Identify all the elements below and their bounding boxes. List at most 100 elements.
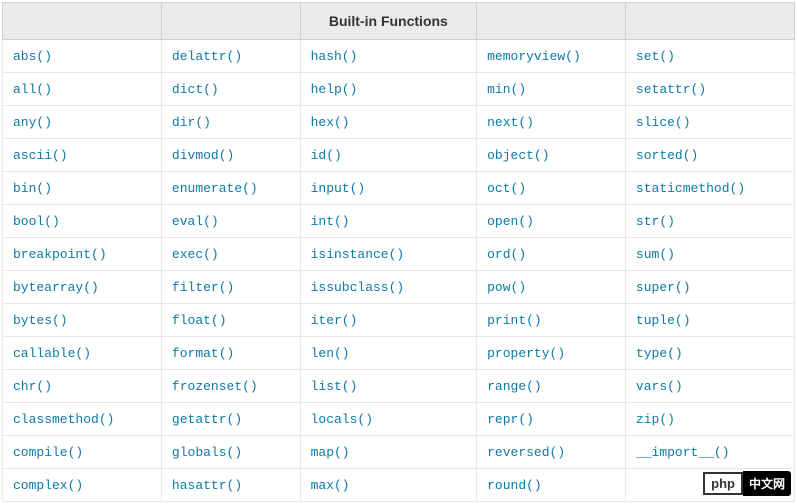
function-link[interactable]: classmethod() (13, 412, 114, 427)
table-cell: frozenset() (161, 370, 300, 403)
function-link[interactable]: ascii() (13, 148, 68, 163)
function-link[interactable]: set() (636, 49, 675, 64)
function-link[interactable]: round() (487, 478, 542, 493)
table-cell: set() (625, 40, 794, 73)
function-link[interactable]: range() (487, 379, 542, 394)
function-link[interactable]: dict() (172, 82, 219, 97)
function-link[interactable]: help() (311, 82, 358, 97)
function-link[interactable]: all() (13, 82, 52, 97)
function-link[interactable]: frozenset() (172, 379, 258, 394)
function-link[interactable]: chr() (13, 379, 52, 394)
function-link[interactable]: hash() (311, 49, 358, 64)
function-link[interactable]: max() (311, 478, 350, 493)
function-link[interactable]: repr() (487, 412, 534, 427)
function-link[interactable]: exec() (172, 247, 219, 262)
table-cell: exec() (161, 238, 300, 271)
function-link[interactable]: abs() (13, 49, 52, 64)
table-cell: str() (625, 205, 794, 238)
function-link[interactable]: locals() (311, 412, 373, 427)
function-link[interactable]: zip() (636, 412, 675, 427)
function-link[interactable]: super() (636, 280, 691, 295)
table-cell: ord() (477, 238, 626, 271)
function-link[interactable]: eval() (172, 214, 219, 229)
function-link[interactable]: globals() (172, 445, 242, 460)
table-row: bin() enumerate() input() oct() staticmethod… (3, 172, 795, 205)
function-link[interactable]: property() (487, 346, 565, 361)
function-link[interactable]: object() (487, 148, 549, 163)
function-link[interactable]: min() (487, 82, 526, 97)
table-cell: sorted() (625, 139, 794, 172)
function-link[interactable]: pow() (487, 280, 526, 295)
function-link[interactable]: hasattr() (172, 478, 242, 493)
table-row: classmethod() getattr() locals() repr() zip(… (3, 403, 795, 436)
function-link[interactable]: complex() (13, 478, 83, 493)
function-link[interactable]: delattr() (172, 49, 242, 64)
watermark-left: php (703, 472, 743, 495)
header-col-5 (625, 3, 794, 40)
function-link[interactable]: int() (311, 214, 350, 229)
header-col-1 (3, 3, 162, 40)
table-row: complex() hasattr() max() round() (3, 469, 795, 502)
table-cell: hasattr() (161, 469, 300, 502)
function-link[interactable]: callable() (13, 346, 91, 361)
function-link[interactable]: memoryview() (487, 49, 581, 64)
function-link[interactable]: str() (636, 214, 675, 229)
function-link[interactable]: issubclass() (311, 280, 405, 295)
table-cell: int() (300, 205, 477, 238)
function-link[interactable]: setattr() (636, 82, 706, 97)
function-link[interactable]: reversed() (487, 445, 565, 460)
function-link[interactable]: compile() (13, 445, 83, 460)
table-cell: setattr() (625, 73, 794, 106)
function-link[interactable]: __import__() (636, 445, 730, 460)
function-link[interactable]: filter() (172, 280, 234, 295)
function-link[interactable]: slice() (636, 115, 691, 130)
function-link[interactable]: input() (311, 181, 366, 196)
function-link[interactable]: type() (636, 346, 683, 361)
function-link[interactable]: len() (311, 346, 350, 361)
function-link[interactable]: bool() (13, 214, 60, 229)
function-link[interactable]: ord() (487, 247, 526, 262)
function-link[interactable]: next() (487, 115, 534, 130)
function-link[interactable]: list() (311, 379, 358, 394)
function-link[interactable]: vars() (636, 379, 683, 394)
table-row: chr() frozenset() list() range() vars() (3, 370, 795, 403)
table-cell: compile() (3, 436, 162, 469)
function-link[interactable]: sorted() (636, 148, 698, 163)
function-link[interactable]: bytearray() (13, 280, 99, 295)
function-link[interactable]: tuple() (636, 313, 691, 328)
function-link[interactable]: print() (487, 313, 542, 328)
function-link[interactable]: divmod() (172, 148, 234, 163)
function-link[interactable]: iter() (311, 313, 358, 328)
function-link[interactable]: id() (311, 148, 342, 163)
function-link[interactable]: sum() (636, 247, 675, 262)
table-cell: locals() (300, 403, 477, 436)
table-row: bytes() float() iter() print() tuple() (3, 304, 795, 337)
function-link[interactable]: bin() (13, 181, 52, 196)
function-link[interactable]: hex() (311, 115, 350, 130)
table-cell: property() (477, 337, 626, 370)
function-link[interactable]: enumerate() (172, 181, 258, 196)
function-link[interactable]: format() (172, 346, 234, 361)
table-cell: globals() (161, 436, 300, 469)
function-link[interactable]: oct() (487, 181, 526, 196)
table-cell: hex() (300, 106, 477, 139)
table-cell: abs() (3, 40, 162, 73)
function-link[interactable]: float() (172, 313, 227, 328)
table-cell: round() (477, 469, 626, 502)
function-link[interactable]: breakpoint() (13, 247, 107, 262)
table-cell: range() (477, 370, 626, 403)
function-link[interactable]: any() (13, 115, 52, 130)
function-link[interactable]: open() (487, 214, 534, 229)
table-cell: id() (300, 139, 477, 172)
table-cell: repr() (477, 403, 626, 436)
function-link[interactable]: dir() (172, 115, 211, 130)
function-link[interactable]: bytes() (13, 313, 68, 328)
table-cell: all() (3, 73, 162, 106)
table-row: compile() globals() map() reversed() __impor… (3, 436, 795, 469)
function-link[interactable]: getattr() (172, 412, 242, 427)
function-link[interactable]: isinstance() (311, 247, 405, 262)
table-cell: print() (477, 304, 626, 337)
function-link[interactable]: staticmethod() (636, 181, 745, 196)
table-cell: any() (3, 106, 162, 139)
function-link[interactable]: map() (311, 445, 350, 460)
